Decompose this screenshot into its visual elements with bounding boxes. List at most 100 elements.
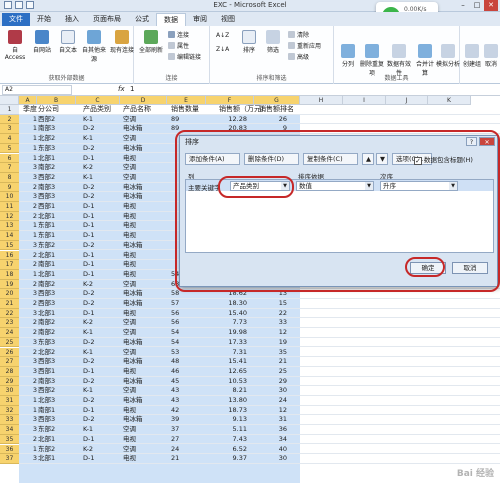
cell[interactable]: 电视 xyxy=(123,221,136,231)
cell[interactable]: D-2 xyxy=(83,357,95,367)
tab-2[interactable]: 插入 xyxy=(58,13,86,26)
column-header-K[interactable]: K xyxy=(428,96,471,105)
cell[interactable]: 电冰箱 xyxy=(123,377,143,387)
cell[interactable]: 5.11 xyxy=(219,425,247,435)
cell[interactable]: 东部2 xyxy=(38,445,55,455)
cell[interactable]: D-2 xyxy=(83,396,95,406)
cell[interactable]: 53 xyxy=(171,348,179,358)
row-header[interactable]: 32 xyxy=(0,405,19,416)
cell[interactable]: 东部3 xyxy=(38,338,55,348)
reapply-button[interactable]: 重新应用 xyxy=(288,41,321,50)
cell[interactable]: D-1 xyxy=(83,260,95,270)
cell[interactable]: 北部1 xyxy=(38,270,55,280)
cell[interactable]: 3 xyxy=(20,367,37,377)
cell[interactable]: 12 xyxy=(259,328,287,338)
cell[interactable]: 46 xyxy=(171,367,179,377)
connections-button[interactable]: 连接 xyxy=(168,30,189,39)
table-row[interactable]: 2 北部2 K-1 空调 53 7.31 35 xyxy=(19,348,500,358)
cell[interactable]: 空调 xyxy=(123,280,136,290)
ungroup-button[interactable]: 取消 xyxy=(482,44,500,68)
cell[interactable]: 2 xyxy=(20,251,37,261)
row-header[interactable]: 3 xyxy=(0,124,19,135)
cell[interactable]: 1 xyxy=(20,124,37,134)
advanced-button[interactable]: 高级 xyxy=(288,52,309,61)
row-header[interactable]: 5 xyxy=(0,143,19,154)
cell[interactable]: 30 xyxy=(259,454,287,464)
cell[interactable]: 西部1 xyxy=(38,202,55,212)
cell[interactable]: 3 xyxy=(20,415,37,425)
cell[interactable]: D-1 xyxy=(83,231,95,241)
row-header[interactable]: 19 xyxy=(0,279,19,290)
cell[interactable]: 24 xyxy=(259,396,287,406)
cell[interactable]: D-2 xyxy=(83,299,95,309)
clear-button[interactable]: 清除 xyxy=(288,30,309,39)
cell[interactable]: 西部1 xyxy=(38,367,55,377)
cell[interactable]: 3 xyxy=(20,386,37,396)
cell[interactable]: 21 xyxy=(259,357,287,367)
cell[interactable]: 3 xyxy=(20,241,37,251)
cell[interactable]: K-2 xyxy=(83,445,93,455)
row-header[interactable]: 2 xyxy=(0,114,19,125)
cell[interactable]: D-2 xyxy=(83,338,95,348)
cell[interactable]: 2 xyxy=(20,377,37,387)
edit-links-button[interactable]: 编辑链接 xyxy=(168,52,201,61)
row-header[interactable]: 28 xyxy=(0,366,19,377)
cell[interactable]: D-2 xyxy=(83,289,95,299)
cell[interactable]: 43 xyxy=(171,396,179,406)
cell[interactable]: 45 xyxy=(171,377,179,387)
cell[interactable]: 电视 xyxy=(123,202,136,212)
cell[interactable]: 电冰箱 xyxy=(123,192,143,202)
cell[interactable]: 2 xyxy=(20,435,37,445)
cell[interactable]: 电视 xyxy=(123,406,136,416)
cell[interactable]: 37 xyxy=(171,425,179,435)
tab-5[interactable]: 数据 xyxy=(156,13,186,26)
row-header[interactable]: 8 xyxy=(0,172,19,183)
cell[interactable]: 48 xyxy=(171,357,179,367)
cell[interactable]: 21 xyxy=(171,454,179,464)
cell[interactable]: 3 xyxy=(20,289,37,299)
cell[interactable]: 3 xyxy=(20,309,37,319)
table-row[interactable]: 2 北部1 D-1 电视 27 7.43 34 xyxy=(19,435,500,445)
column-header-F[interactable]: F xyxy=(206,96,254,105)
cell[interactable]: 43 xyxy=(171,386,179,396)
table-row[interactable]: 2 西部3 D-2 电冰箱 57 18.30 15 xyxy=(19,299,500,309)
cell[interactable]: 销售额排名 xyxy=(259,105,294,115)
cell[interactable]: 2 xyxy=(20,328,37,338)
cell[interactable]: 电冰箱 xyxy=(123,183,143,193)
cell[interactable]: K-1 xyxy=(83,386,93,396)
cell[interactable]: K-1 xyxy=(83,425,93,435)
cell[interactable]: 电视 xyxy=(123,212,136,222)
row-header[interactable]: 15 xyxy=(0,240,19,251)
row-header[interactable]: 27 xyxy=(0,357,19,367)
table-row[interactable]: 2 南部2 K-1 空调 54 19.98 12 xyxy=(19,328,500,338)
cell[interactable]: 销售数量 xyxy=(171,105,199,115)
cell[interactable]: 电视 xyxy=(123,367,136,377)
sort-asc-button[interactable]: A↓Z xyxy=(216,32,229,39)
cell[interactable]: D-1 xyxy=(83,454,95,464)
cell[interactable]: 1 xyxy=(20,406,37,416)
table-row[interactable]: 2 南部3 D-2 电冰箱 45 10.53 29 xyxy=(19,377,500,387)
formula-input[interactable]: 1 xyxy=(130,85,134,93)
filter-button[interactable]: 筛选 xyxy=(262,30,284,54)
cell[interactable]: 电视 xyxy=(123,435,136,445)
row-header[interactable]: 6 xyxy=(0,153,19,164)
from-web-button[interactable]: 自网站 xyxy=(30,30,54,54)
cell[interactable]: D-2 xyxy=(83,144,95,154)
cell[interactable]: 18.73 xyxy=(219,406,247,416)
row-header[interactable]: 30 xyxy=(0,386,19,396)
cell[interactable]: D-2 xyxy=(83,183,95,193)
cell[interactable]: 3 xyxy=(20,454,37,464)
row-header[interactable]: 20 xyxy=(0,289,19,299)
refresh-all-button[interactable]: 全部刷新 xyxy=(137,30,165,54)
cell[interactable]: 31 xyxy=(259,415,287,425)
cell[interactable]: 电视 xyxy=(123,454,136,464)
what-if-button[interactable]: 模拟分析 xyxy=(436,44,460,68)
cell[interactable]: 2 xyxy=(20,299,37,309)
cell[interactable]: D-2 xyxy=(83,192,95,202)
column-header-D[interactable]: D xyxy=(120,96,167,105)
cell[interactable]: K-1 xyxy=(83,134,93,144)
from-access-button[interactable]: 自 Access xyxy=(2,30,28,61)
cell[interactable]: 电视 xyxy=(123,231,136,241)
row-header[interactable]: 12 xyxy=(0,211,19,222)
cell[interactable]: 19.98 xyxy=(219,328,247,338)
